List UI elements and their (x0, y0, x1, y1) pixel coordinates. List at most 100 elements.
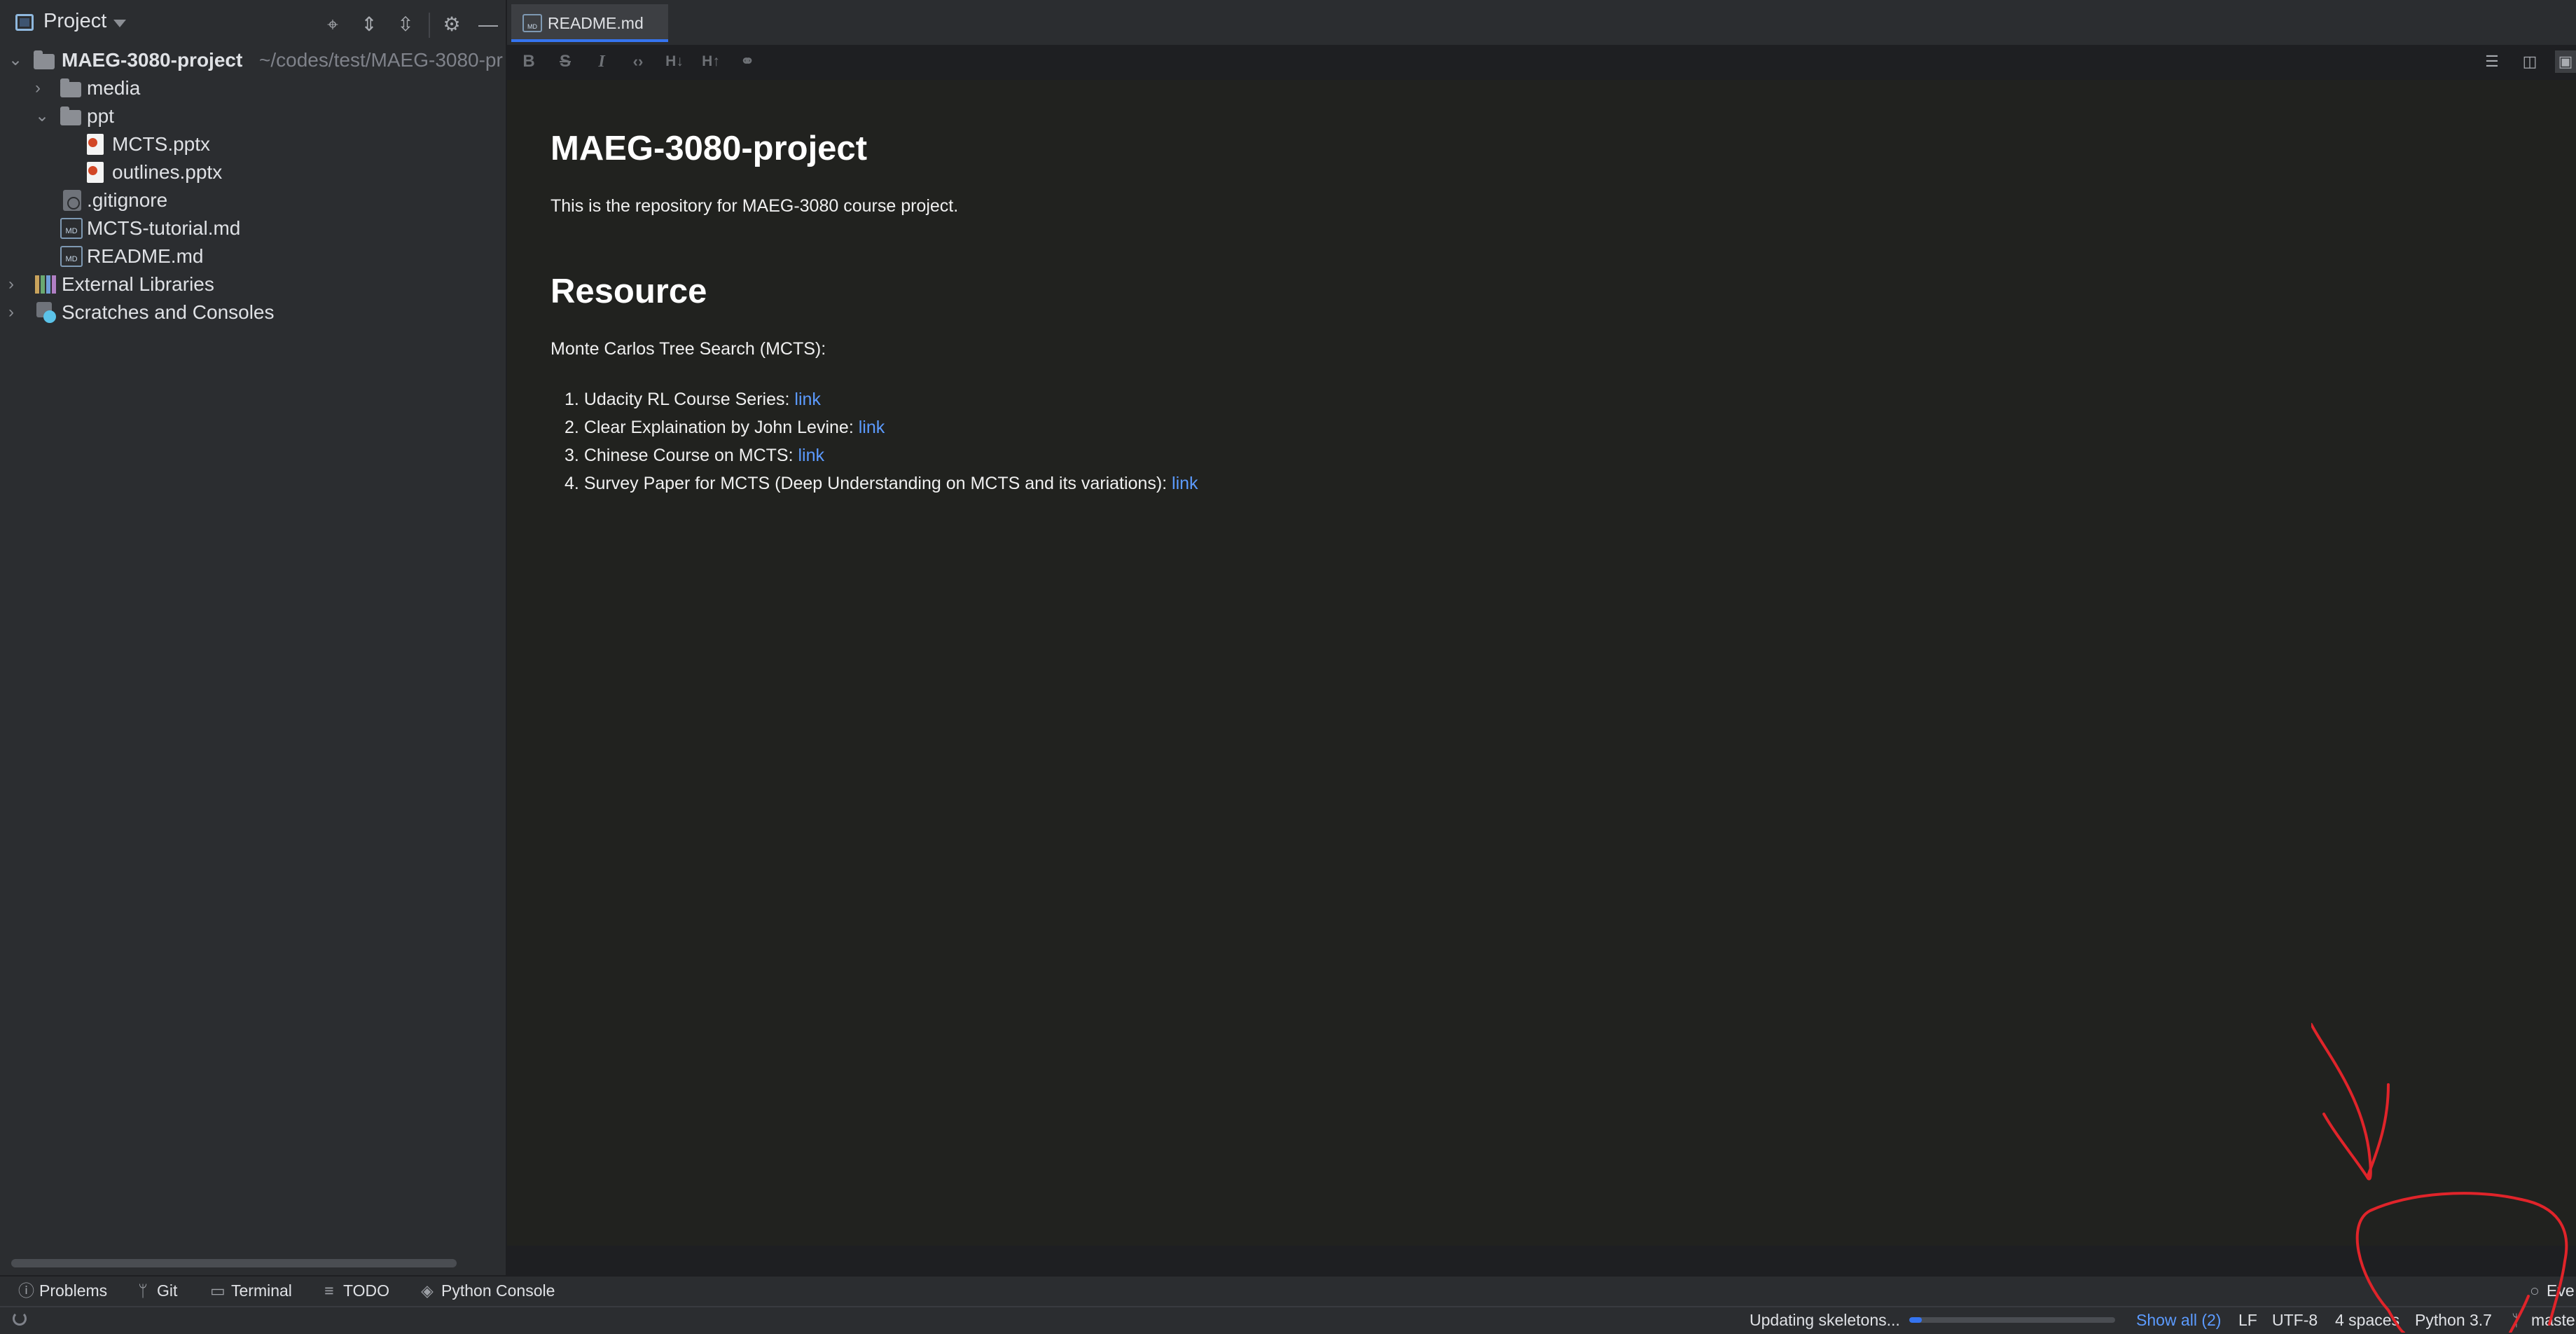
markdown-file-icon: MD (522, 14, 542, 32)
progress-bar (1909, 1317, 2115, 1323)
list-text: Udacity RL Course Series: (583, 390, 795, 409)
resource-link[interactable]: link (798, 446, 825, 465)
increase-heading-button[interactable]: H↑ (698, 49, 724, 74)
git-tool-button[interactable]: ᛘ Git (136, 1279, 177, 1302)
tree-item-gitignore[interactable]: .gitignore (0, 186, 506, 214)
tool-label: Problems (39, 1281, 108, 1300)
project-panel-header: Project ⌖ ⇕ ⇳ ⚙ — (0, 0, 506, 50)
tree-item-root[interactable]: ⌄ MAEG-3080-project ~/codes/test/MAEG-30… (0, 46, 506, 74)
tool-label: Terminal (231, 1281, 292, 1300)
list-item: 1. Udacity RL Course Series: link (565, 390, 821, 410)
chevron-down-icon[interactable]: ⌄ (35, 108, 49, 125)
markdown-file-icon: MD (60, 246, 83, 267)
tree-item-label: MCTS.pptx (112, 133, 211, 155)
tree-item-scratches[interactable]: › Scratches and Consoles (0, 298, 506, 326)
pptx-file-icon (87, 134, 104, 155)
terminal-tool-button[interactable]: ▭ Terminal (210, 1279, 292, 1302)
readme-intro: This is the repository for MAEG-3080 cou… (550, 196, 959, 216)
tree-item-label: outlines.pptx (112, 161, 223, 183)
tree-item-label: ppt (87, 105, 114, 127)
annotation-circle (2355, 1192, 2523, 1333)
loading-spinner-icon (13, 1312, 27, 1326)
resource-heading: Resource (550, 273, 707, 310)
resource-link[interactable]: link (794, 390, 821, 409)
editor-tab-bar (507, 0, 2576, 46)
tree-item-mcts-tutorial[interactable]: MD MCTS-tutorial.md (0, 214, 506, 242)
strikethrough-button[interactable]: S (552, 49, 579, 74)
show-all-tasks-link[interactable]: Show all (2) (2136, 1310, 2221, 1330)
folder-icon (34, 50, 55, 69)
project-view-selector[interactable]: Project (43, 10, 106, 33)
gear-icon[interactable]: ⚙ (438, 11, 465, 38)
expand-all-icon[interactable]: ⇕ (356, 11, 382, 38)
preview-only-icon[interactable]: ▣ (2555, 50, 2576, 73)
resource-link[interactable]: link (1172, 474, 1198, 493)
info-icon: ⓘ (18, 1281, 34, 1300)
tree-item-outlines-pptx[interactable]: outlines.pptx (0, 158, 506, 186)
list-number: 2. (565, 418, 579, 437)
bold-button[interactable]: B (515, 49, 542, 74)
annotation-tick (2509, 1295, 2530, 1333)
folder-icon (60, 78, 81, 97)
tab-label: README.md (548, 14, 644, 32)
italic-button[interactable]: I (588, 49, 615, 74)
list-item: 4. Survey Paper for MCTS (Deep Understan… (565, 474, 1198, 494)
mcts-intro: Monte Carlos Tree Search (MCTS): (550, 339, 826, 359)
list-number: 4. (565, 474, 579, 493)
list-text: Survey Paper for MCTS (Deep Understandin… (583, 474, 1172, 493)
gitignore-file-icon (63, 190, 81, 211)
minimize-icon[interactable]: — (475, 11, 501, 38)
pptx-file-icon (87, 162, 104, 183)
annotation-circle-right (2520, 1198, 2568, 1326)
chevron-right-icon[interactable]: › (8, 304, 22, 321)
chevron-right-icon[interactable]: › (35, 80, 49, 97)
scratches-icon (36, 302, 57, 323)
decrease-heading-button[interactable]: H↓ (661, 49, 688, 74)
list-item: 2. Clear Explaination by John Levine: li… (565, 418, 885, 438)
project-root-name: MAEG-3080-project (62, 49, 243, 71)
list-number: 1. (565, 390, 579, 409)
tree-item-media[interactable]: › media (0, 74, 506, 102)
tree-item-label: MCTS-tutorial.md (87, 217, 241, 239)
todo-tool-button[interactable]: ≡ TODO (322, 1279, 389, 1302)
chevron-down-icon[interactable]: ⌄ (8, 52, 22, 69)
list-text: Chinese Course on MCTS: (583, 446, 798, 465)
tool-label: TODO (343, 1281, 390, 1300)
library-icon (35, 275, 56, 294)
tree-item-mcts-pptx[interactable]: MCTS.pptx (0, 130, 506, 158)
tree-item-readme[interactable]: MD README.md (0, 242, 506, 270)
project-window-icon (15, 14, 34, 31)
chevron-right-icon[interactable]: › (8, 276, 22, 293)
progress-fill (1909, 1317, 1922, 1323)
tree-item-label: External Libraries (62, 273, 214, 295)
tree-item-label: media (87, 77, 141, 99)
red-annotation-drawing (2311, 1023, 2568, 1333)
code-button[interactable]: ‹› (625, 49, 651, 74)
list-text: Clear Explaination by John Levine: (583, 418, 859, 437)
split-view-icon[interactable]: ◫ (2517, 50, 2542, 73)
problems-tool-button[interactable]: ⓘ Problems (18, 1279, 107, 1302)
toolbar-separator (429, 13, 430, 38)
tree-item-label: README.md (87, 245, 204, 267)
tab-readme[interactable]: MD README.md (511, 4, 668, 42)
tree-item-ppt[interactable]: ⌄ ppt (0, 102, 506, 130)
tree-item-label: Scratches and Consoles (62, 301, 275, 323)
resource-link[interactable]: link (859, 418, 885, 437)
python-icon: ◈ (421, 1281, 434, 1300)
tool-label: Git (157, 1281, 178, 1300)
horizontal-scrollbar[interactable] (11, 1259, 457, 1267)
list-number: 3. (565, 446, 579, 465)
editor-only-icon[interactable]: ☰ (2479, 50, 2505, 73)
list-icon: ≡ (324, 1281, 334, 1300)
python-console-tool-button[interactable]: ◈ Python Console (420, 1279, 555, 1302)
locate-icon[interactable]: ⌖ (319, 11, 346, 38)
background-task-label[interactable]: Updating skeletons... (1750, 1310, 1900, 1330)
line-separator-widget[interactable]: LF (2238, 1310, 2257, 1330)
link-icon[interactable]: ⚭ (734, 49, 761, 74)
list-item: 3. Chinese Course on MCTS: link (565, 446, 824, 466)
tree-item-label: .gitignore (87, 189, 168, 211)
chevron-down-icon[interactable] (113, 20, 126, 27)
tree-item-external-libraries[interactable]: › External Libraries (0, 270, 506, 298)
git-branch-icon: ᛘ (138, 1281, 148, 1300)
collapse-all-icon[interactable]: ⇳ (392, 11, 419, 38)
